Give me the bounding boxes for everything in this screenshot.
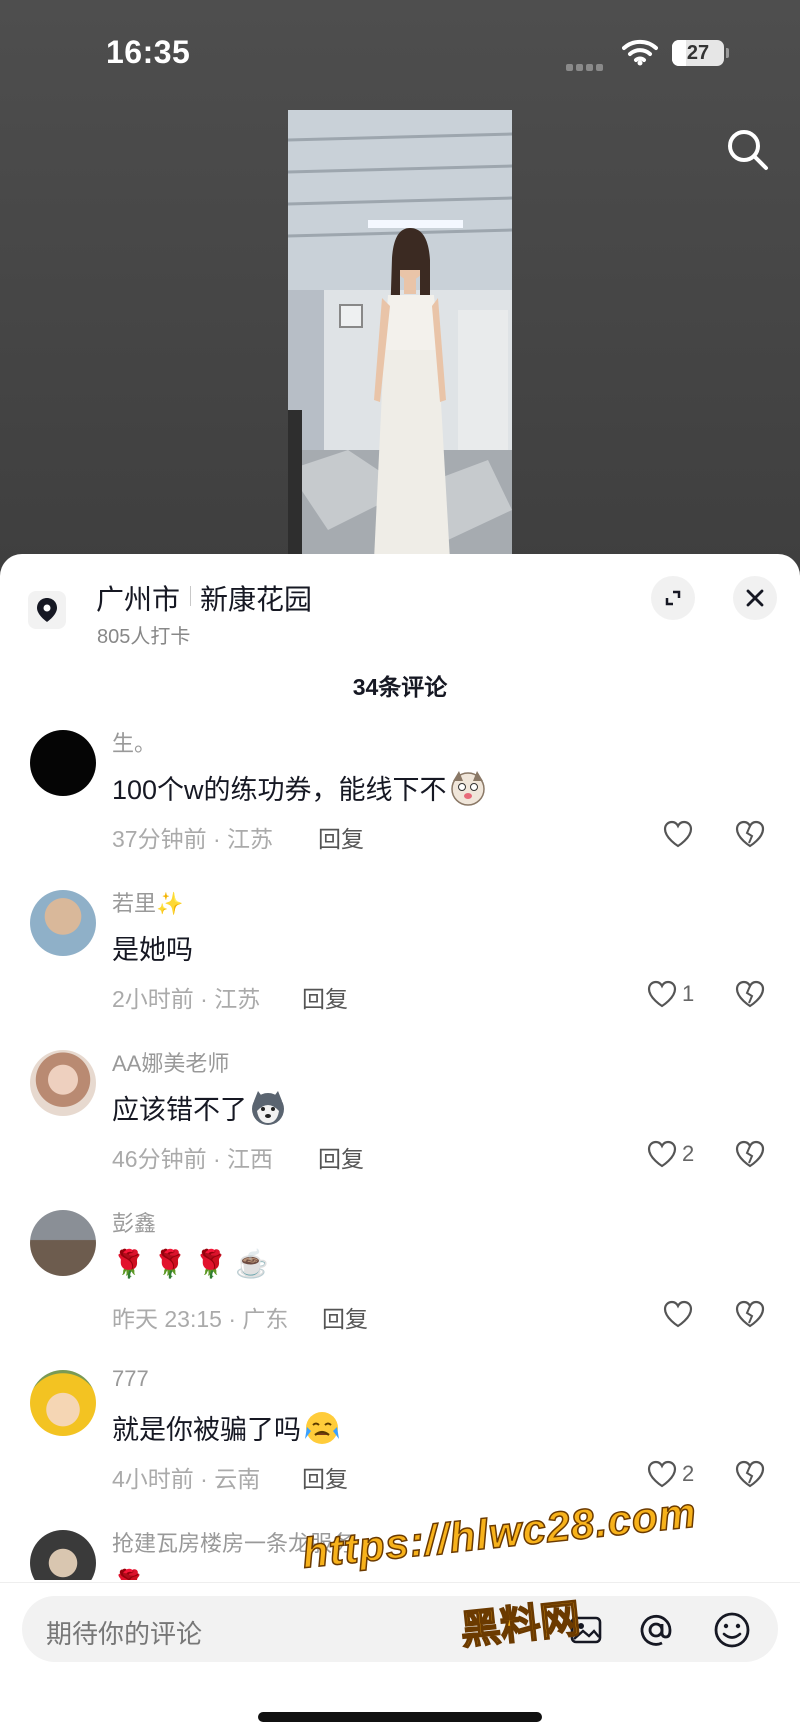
reply-button[interactable]: 回复 (302, 980, 348, 1014)
comment-item: 生。 100个w的练功券，能线下不 37分钟前 · 江苏 回复 (0, 730, 800, 880)
like-button[interactable] (662, 1296, 698, 1332)
broken-heart-icon (735, 1460, 765, 1488)
emoji-button[interactable] (712, 1610, 752, 1650)
comment-item: 彭鑫 🌹 🌹 🌹 ☕ 昨天 23:15 · 广东 回复 (0, 1210, 800, 1360)
avatar[interactable] (30, 890, 96, 956)
image-button[interactable] (566, 1610, 606, 1650)
heart-icon (663, 820, 693, 848)
close-icon (746, 589, 764, 607)
heart-icon (647, 980, 677, 1008)
like-button[interactable]: 1 (646, 976, 694, 1012)
comment-item: 抢建瓦房楼房一条龙服务 🌹 (0, 1530, 800, 1580)
reply-button[interactable]: 回复 (322, 1300, 368, 1334)
search-icon[interactable] (724, 126, 772, 174)
comment-author[interactable]: 若里✨ (112, 886, 183, 918)
comment-input[interactable]: 期待你的评论 (46, 1614, 202, 1651)
dislike-button[interactable] (734, 1136, 766, 1172)
heart-icon (647, 1460, 677, 1488)
location-checkins: 805人打卡 (97, 626, 191, 648)
input-divider (0, 1582, 800, 1583)
comment-text: 是她吗 (112, 928, 193, 967)
dog-face-emoji-icon (450, 770, 485, 806)
wifi-icon (622, 39, 658, 66)
mention-button[interactable] (636, 1610, 676, 1650)
comment-item: AA娜美老师 应该错不了 46分钟前 · 江西 回复 2 (0, 1050, 800, 1200)
comment-author[interactable]: 抢建瓦房楼房一条龙服务 (112, 1530, 354, 1558)
reply-button[interactable]: 回复 (302, 1460, 348, 1494)
home-indicator[interactable] (258, 1712, 542, 1722)
status-bar: 16:35 27 (0, 0, 800, 100)
avatar[interactable] (30, 730, 96, 796)
status-time: 16:35 (106, 34, 191, 70)
avatar[interactable] (30, 1370, 96, 1436)
comment-body: 100个w的练功券，能线下不 (112, 775, 447, 805)
comment-author[interactable]: 生。 (112, 726, 156, 758)
avatar[interactable] (30, 1530, 96, 1580)
comment-body: 是她吗 (112, 935, 193, 965)
comment-meta: 昨天 23:15 · 广东 (112, 1306, 289, 1332)
like-button[interactable]: 2 (646, 1456, 694, 1492)
comment-body: 🌹 🌹 🌹 ☕ (112, 1249, 269, 1279)
avatar[interactable] (30, 1050, 96, 1116)
like-count: 1 (682, 981, 695, 1006)
broken-heart-icon (735, 1300, 765, 1328)
comments-sheet: 广州市 新康花园 805人打卡 34条评论 生。 100个w的练功券，能线下不 … (0, 554, 800, 1736)
broken-heart-icon (735, 980, 765, 1008)
dislike-button[interactable] (734, 1296, 766, 1332)
at-icon (640, 1614, 672, 1646)
comment-text: 就是你被骗了吗 (112, 1408, 341, 1447)
video-thumbnail[interactable] (288, 110, 512, 560)
battery-icon: 27 (672, 40, 724, 66)
comment-text: 🌹 🌹 🌹 ☕ (112, 1248, 269, 1280)
reply-button[interactable]: 回复 (318, 820, 364, 854)
crying-face-emoji-icon (305, 1411, 339, 1444)
comment-meta: 37分钟前 · 江苏 (112, 826, 274, 852)
like-count: 2 (682, 1141, 695, 1166)
comment-item: 若里✨ 是她吗 2小时前 · 江苏 回复 1 (0, 890, 800, 1040)
expand-icon (665, 590, 681, 606)
comment-meta: 46分钟前 · 江西 (112, 1146, 274, 1172)
heart-icon (663, 1300, 693, 1328)
dislike-button[interactable] (734, 816, 766, 852)
comment-input-bar[interactable]: 期待你的评论 (22, 1596, 778, 1662)
comment-text: 100个w的练功券，能线下不 (112, 768, 487, 807)
comment-author[interactable]: 777 (112, 1366, 149, 1392)
emoji-icon (714, 1612, 750, 1648)
dislike-button[interactable] (734, 1456, 766, 1492)
comment-body: 应该错不了 (112, 1095, 247, 1125)
broken-heart-icon (735, 1140, 765, 1168)
comment-body: 就是你被骗了吗 (112, 1415, 301, 1445)
location-place[interactable]: 新康花园 (200, 578, 312, 618)
dislike-button[interactable] (734, 976, 766, 1012)
like-count: 2 (682, 1461, 695, 1486)
expand-button[interactable] (651, 576, 695, 620)
heart-icon (647, 1140, 677, 1168)
comment-body: 🌹 (112, 1568, 146, 1580)
like-button[interactable] (662, 816, 698, 852)
comment-count: 34条评论 (352, 674, 448, 700)
reply-button[interactable]: 回复 (318, 1140, 364, 1174)
comment-text: 🌹 (112, 1568, 146, 1580)
close-button[interactable] (733, 576, 777, 620)
comment-item: 777 就是你被骗了吗 4小时前 · 云南 回复 2 (0, 1366, 800, 1520)
video-frame-illustration (288, 110, 512, 560)
avatar[interactable] (30, 1210, 96, 1276)
location-divider (190, 586, 191, 606)
comment-meta: 4小时前 · 云南 (112, 1466, 261, 1492)
comment-meta: 2小时前 · 江苏 (112, 986, 261, 1012)
husky-face-emoji-icon (252, 1090, 284, 1125)
location-pin-icon (28, 591, 66, 629)
image-icon (570, 1616, 602, 1644)
cellular-signal-icon (566, 58, 606, 76)
battery-tip (726, 48, 729, 58)
comment-author[interactable]: AA娜美老师 (112, 1046, 229, 1078)
like-button[interactable]: 2 (646, 1136, 694, 1172)
location-city[interactable]: 广州市 (96, 578, 180, 618)
battery-level: 27 (686, 42, 710, 64)
broken-heart-icon (735, 820, 765, 848)
comment-text: 应该错不了 (112, 1088, 287, 1127)
comment-author[interactable]: 彭鑫 (112, 1206, 156, 1238)
